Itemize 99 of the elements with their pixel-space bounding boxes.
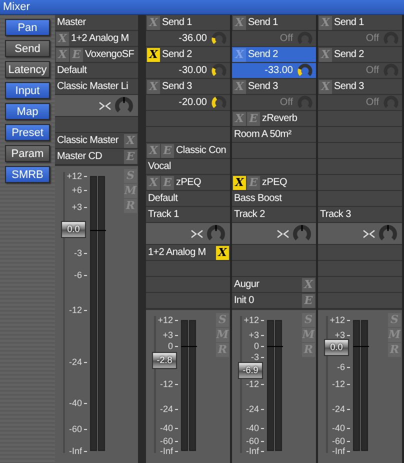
scale-label: -24 <box>244 404 259 413</box>
plugin-name: 1+2 Analog M <box>148 247 206 258</box>
fader-handle[interactable]: 0.0 <box>324 339 349 356</box>
scale-label: -24 <box>330 404 345 413</box>
mode-button[interactable]: Input <box>5 82 50 99</box>
send-value: Off <box>366 33 379 44</box>
plugin-name: Classic Con <box>176 145 226 156</box>
send-name: Send 2 <box>248 49 278 60</box>
scale-label: -12 <box>244 380 259 388</box>
link-icon[interactable] <box>191 230 203 238</box>
mode-button[interactable]: Map <box>5 103 50 120</box>
mode-button[interactable]: Latency <box>5 61 50 78</box>
send-name: Send 3 <box>248 81 278 92</box>
scale-label: -Inf <box>158 447 173 455</box>
mode-button[interactable]: Send <box>5 40 50 57</box>
track-name: Track 3 <box>320 209 351 220</box>
send-name: Send 1 <box>248 17 278 28</box>
scale-label: -6 <box>336 363 345 372</box>
send-value: Off <box>366 97 379 108</box>
track-name: Track 1 <box>148 209 179 220</box>
scale-label: -12 <box>330 380 345 388</box>
link-icon[interactable] <box>99 102 111 110</box>
fader-handle[interactable]: -6.9 <box>238 362 263 379</box>
mode-button[interactable]: Param <box>5 145 50 162</box>
plugin-name: zPEQ <box>262 177 287 188</box>
preset-name: Room A 50m² <box>234 129 292 140</box>
send-value: Off <box>280 33 293 44</box>
send-knob[interactable] <box>297 62 313 78</box>
scale-label: +3 <box>248 330 259 339</box>
scale-label: -3 <box>250 352 259 361</box>
send-knob[interactable] <box>211 62 227 78</box>
scale-label: -12 <box>158 380 173 388</box>
mode-button[interactable]: Preset <box>5 124 50 141</box>
scale-label: -60 <box>158 436 173 445</box>
scale-label: -Inf <box>330 447 345 455</box>
send-value: Off <box>366 65 379 76</box>
scale-label: -6 <box>72 271 82 279</box>
track-name: Track 2 <box>234 209 265 220</box>
send-name: Send 2 <box>162 49 192 60</box>
fader-handle[interactable]: 0.0 <box>61 221 86 238</box>
scale-label: +12 <box>328 316 345 324</box>
send-knob[interactable] <box>211 94 227 110</box>
scale-label: -12 <box>68 306 82 314</box>
scale-label: +12 <box>66 172 82 180</box>
send-value: -36.00 <box>178 33 207 44</box>
scale-label: +3 <box>70 202 82 211</box>
scale-label: 0 <box>252 342 259 350</box>
plugin-name: zPEQ <box>176 177 201 188</box>
toggle-button[interactable]: X <box>216 246 229 260</box>
plugin-name: 1+2 Analog M <box>71 33 129 44</box>
send-value: -20.00 <box>178 97 207 108</box>
plugin-name: zReverb <box>262 113 298 124</box>
send-value: Off <box>280 97 293 108</box>
track-name: Master <box>57 17 86 28</box>
scale-label: -24 <box>68 358 82 366</box>
scale-label: +12 <box>156 316 173 324</box>
plugin-name: Init 0 <box>234 295 254 306</box>
preset-name: Default <box>148 193 178 204</box>
scale-label: -60 <box>330 436 345 445</box>
toggle-button[interactable]: X <box>147 48 160 62</box>
preset-name: Classic Master Li <box>57 81 128 92</box>
fader-handle[interactable]: -2.8 <box>152 352 177 370</box>
plugin-name: Classic Master <box>57 135 118 146</box>
scale-label: -60 <box>244 436 259 445</box>
scale-label: -40 <box>330 424 345 432</box>
scale-label: -40 <box>158 424 173 432</box>
scale-label: -40 <box>68 398 82 407</box>
window-title: Mixer <box>3 1 30 13</box>
preset-name: Bass Boost <box>234 193 282 204</box>
send-name: Send 3 <box>162 81 192 92</box>
send-name: Send 2 <box>334 49 364 60</box>
plugin-name: VoxengoSF <box>85 49 134 60</box>
preset-name: Vocal <box>148 161 171 172</box>
scale-label: +3 <box>162 330 173 339</box>
toggle-button[interactable]: X <box>233 176 246 190</box>
plugin-name: Augur <box>234 279 260 290</box>
scale-label: -Inf <box>68 447 82 455</box>
preset-name: Default <box>57 65 87 76</box>
send-name: Send 1 <box>334 17 364 28</box>
scale-label: -60 <box>68 425 82 434</box>
scale-label: +3 <box>334 330 345 339</box>
scale-label: -3 <box>72 248 82 257</box>
mode-button[interactable]: SMRB <box>5 166 50 183</box>
scale-label: -24 <box>158 404 173 413</box>
send-slot[interactable]: X Send 2 -30.00 <box>146 47 230 79</box>
scale-label: -Inf <box>244 447 259 455</box>
scale-label: -40 <box>244 424 259 432</box>
send-name: Send 1 <box>162 17 192 28</box>
send-value: -33.00 <box>264 65 293 76</box>
link-icon[interactable] <box>363 230 375 238</box>
mode-button[interactable]: Pan <box>5 19 50 36</box>
send-knob[interactable] <box>211 30 227 46</box>
plugin-name: Master CD <box>57 151 102 162</box>
scale-label: 0 <box>166 342 173 350</box>
send-name: Send 3 <box>334 81 364 92</box>
send-value: -30.00 <box>178 65 207 76</box>
scale-label: +12 <box>242 316 259 324</box>
scale-label: +6 <box>70 186 82 194</box>
link-icon[interactable] <box>277 230 289 238</box>
